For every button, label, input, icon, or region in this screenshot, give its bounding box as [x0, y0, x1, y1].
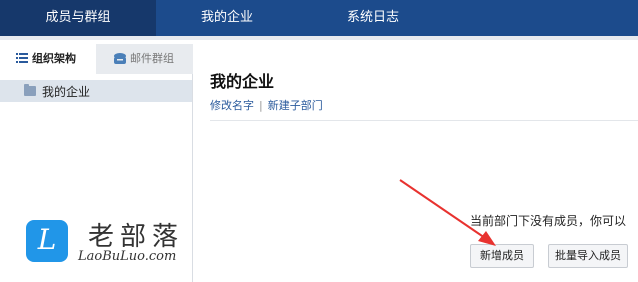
top-navigation-bar: 成员与群组 我的企业 系统日志 — [0, 0, 638, 36]
watermark-logo: L — [26, 220, 68, 262]
watermark-text-cn: 老部落 — [88, 222, 185, 252]
nav-divider — [0, 36, 638, 40]
tab-members-and-groups[interactable]: 成员与群组 — [0, 0, 156, 36]
sidebar-tabs: 组织架构 邮件群组 — [0, 44, 193, 74]
link-separator: | — [259, 99, 263, 112]
add-member-button[interactable]: 新增成员 — [470, 244, 534, 268]
watermark-text-en: LaoBuLuo.com — [78, 249, 177, 264]
mail-group-icon — [114, 53, 126, 64]
tree-item-my-enterprise[interactable]: 我的企业 — [0, 80, 192, 102]
page-title: 我的企业 — [210, 72, 275, 91]
watermark: L 老部落 LaoBuLuo.com — [26, 218, 196, 270]
sidebar-tab-mail-groups[interactable]: 邮件群组 — [96, 44, 193, 74]
rename-link[interactable]: 修改名字 — [210, 99, 254, 112]
sidebar-tab-label: 邮件群组 — [130, 52, 174, 65]
department-action-links: 修改名字 | 新建子部门 — [210, 97, 323, 113]
tab-system-log[interactable]: 系统日志 — [298, 0, 448, 36]
folder-icon — [24, 84, 36, 96]
empty-members-message: 当前部门下没有成员，你可以 — [470, 214, 627, 228]
sidebar-tab-label: 组织架构 — [32, 52, 76, 65]
sidebar-tab-org-structure[interactable]: 组织架构 — [0, 44, 96, 74]
batch-import-members-button[interactable]: 批量导入成员 — [548, 244, 628, 268]
main-content: 我的企业 修改名字 | 新建子部门 当前部门下没有成员，你可以 新增成员 批量导入成… — [194, 44, 638, 282]
tree-item-label: 我的企业 — [42, 85, 91, 99]
tab-my-enterprise[interactable]: 我的企业 — [156, 0, 298, 36]
title-divider — [210, 120, 638, 121]
new-subdepartment-link[interactable]: 新建子部门 — [268, 99, 323, 112]
list-icon — [16, 53, 28, 63]
